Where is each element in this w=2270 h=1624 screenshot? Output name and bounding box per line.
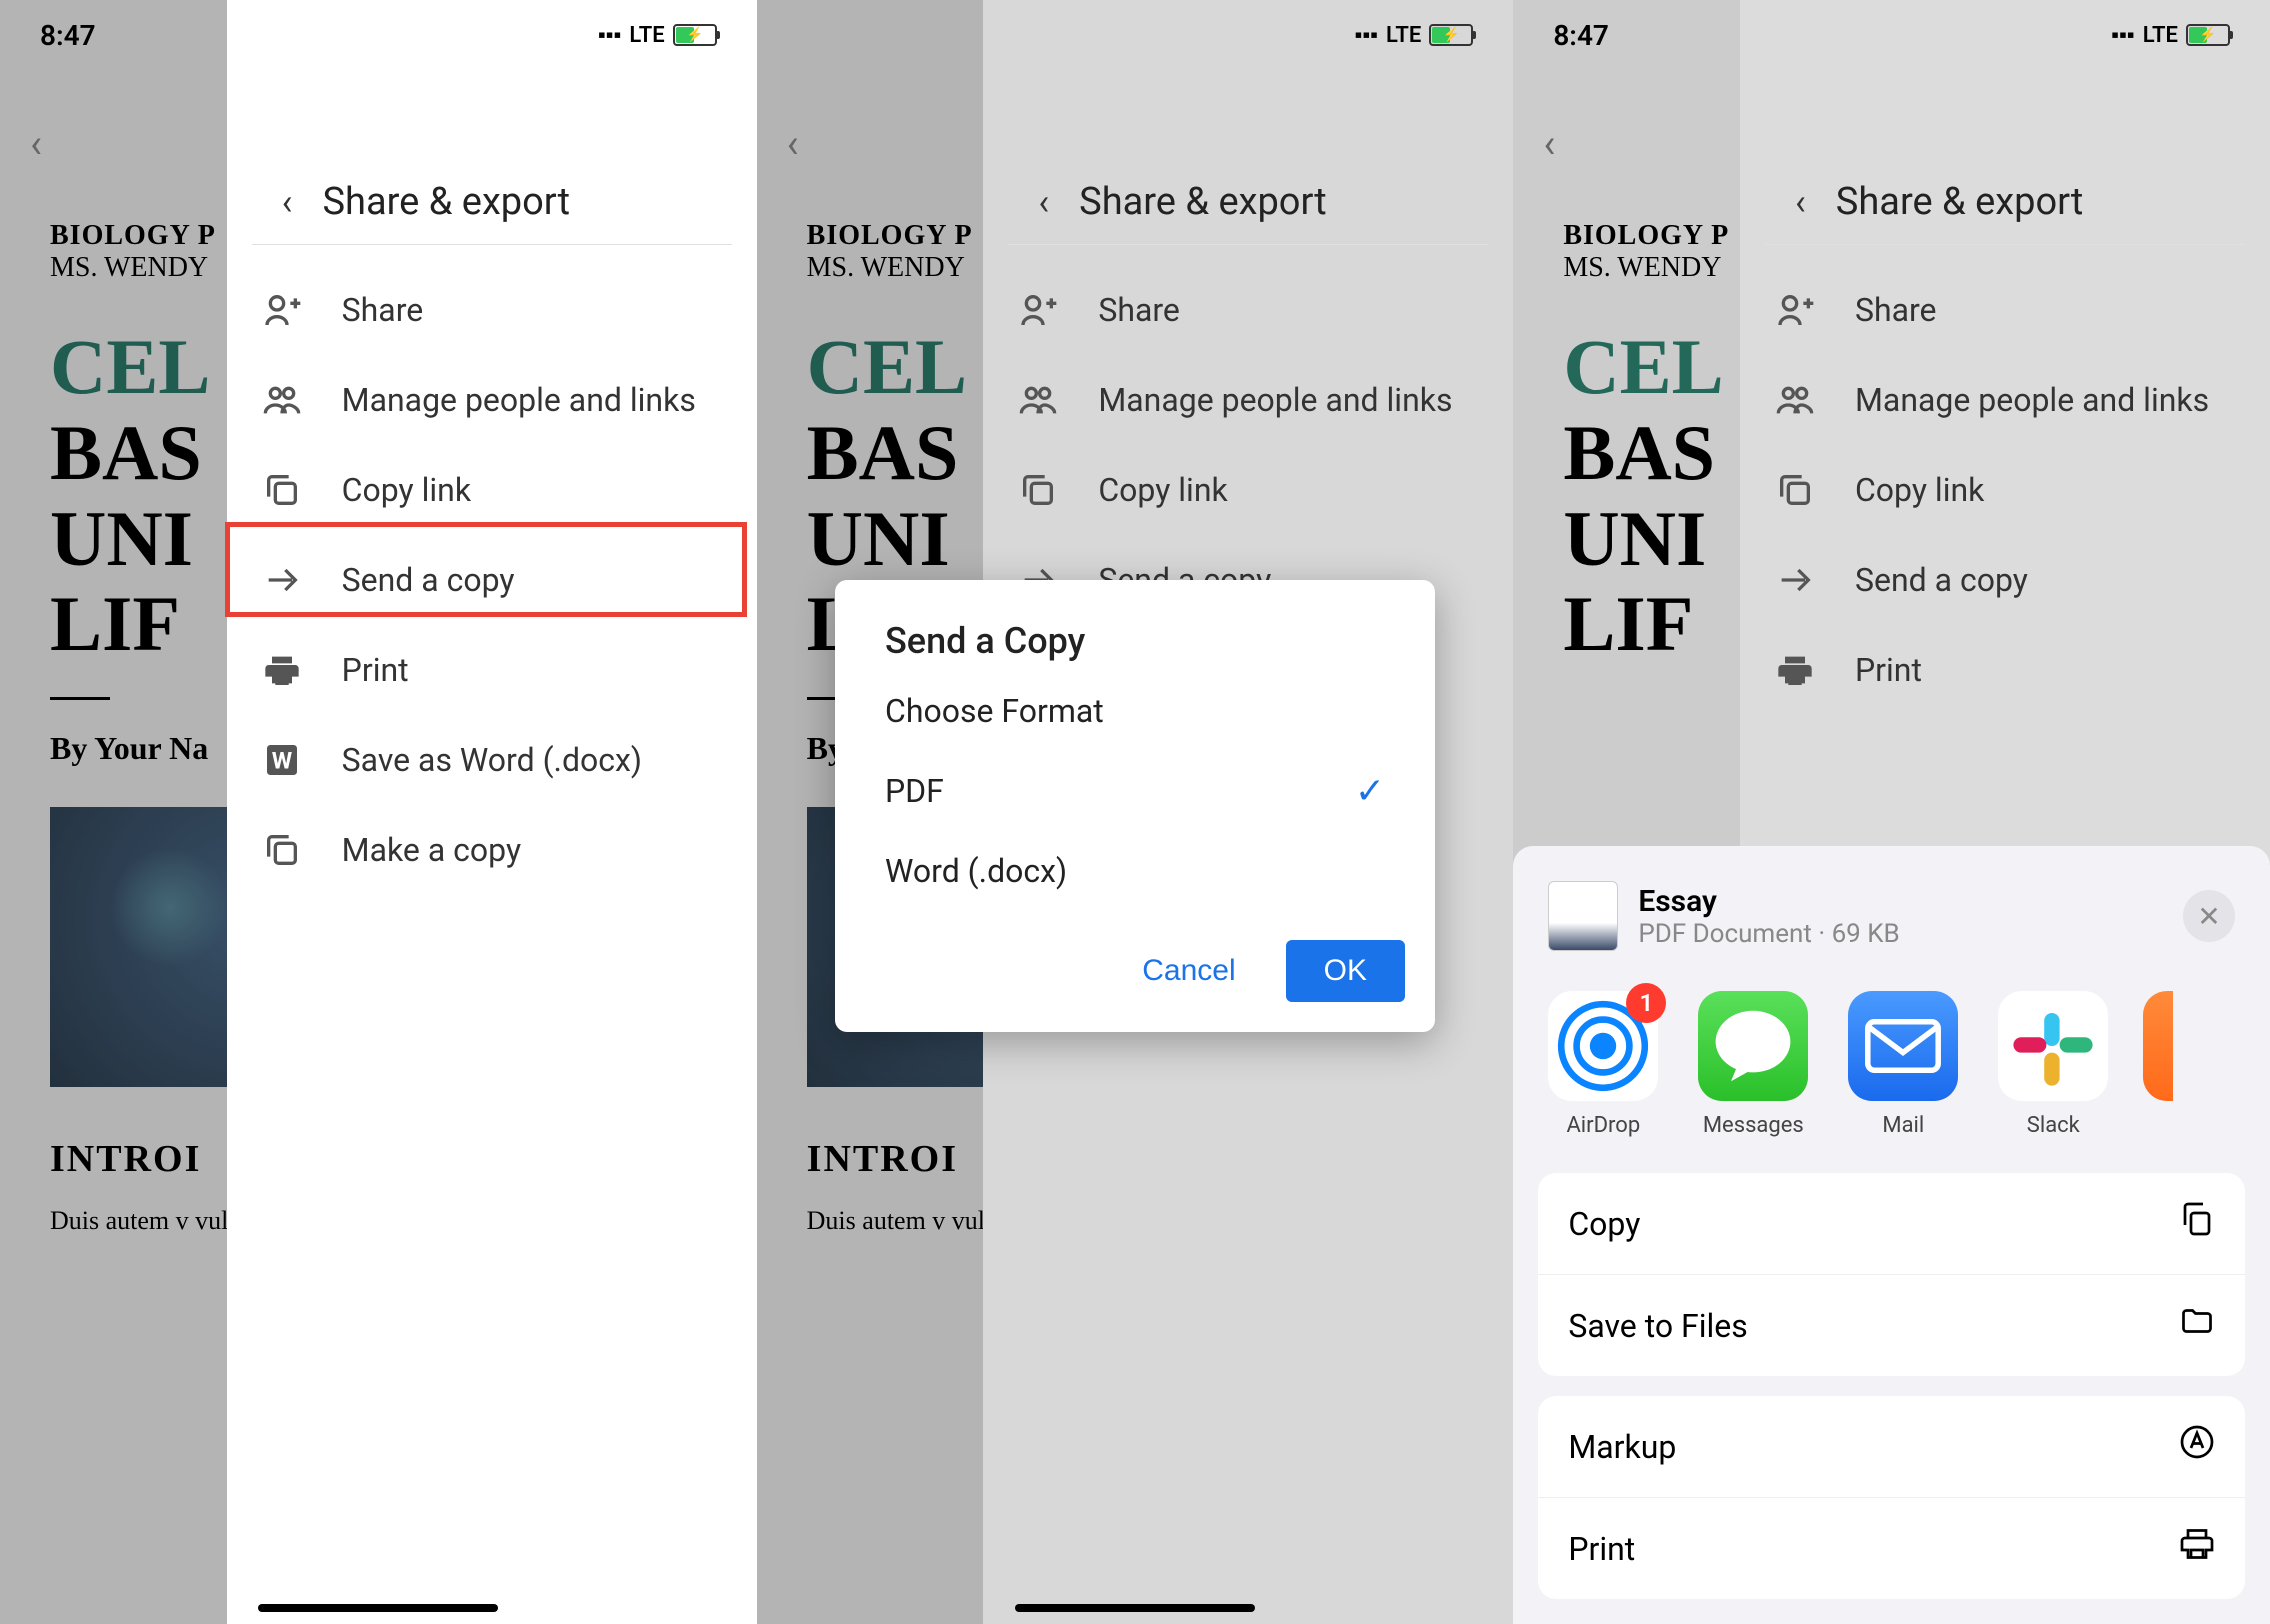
status-bar-panel: ▪▪▪ LTE ⚡ [227, 0, 757, 70]
send-icon [1775, 560, 1815, 600]
battery-icon: ⚡ [1429, 24, 1473, 46]
back-icon[interactable]: ‹ [30, 120, 42, 167]
person-add-icon [262, 290, 302, 330]
print-icon [262, 650, 302, 690]
menu-manage-people[interactable]: Manage people and links [1740, 355, 2270, 445]
menu-print[interactable]: Print [227, 625, 757, 715]
screen-2: BIOLOGY P MS. WENDY CEL BAS UNI LIF By Y… [757, 0, 1514, 1624]
action-copy[interactable]: Copy [1538, 1173, 2245, 1275]
action-print[interactable]: Print [1538, 1498, 2245, 1599]
send-copy-dialog: Send a Copy Choose Format PDF ✓ Word (.d… [835, 580, 1435, 1032]
people-icon [1775, 380, 1815, 420]
app-more[interactable] [2143, 991, 2173, 1138]
person-add-icon [1775, 290, 1815, 330]
app-airdrop[interactable]: 1 AirDrop [1543, 991, 1663, 1138]
signal-icon: ▪▪▪ [2111, 22, 2134, 48]
menu-copy-link[interactable]: Copy link [227, 445, 757, 535]
doc-header-bold: BIOLOGY [50, 220, 190, 251]
send-icon [262, 560, 302, 600]
home-indicator[interactable] [258, 1604, 498, 1612]
folder-icon [2179, 1303, 2215, 1348]
duplicate-icon [262, 830, 302, 870]
menu-manage-people[interactable]: Manage people and links [983, 355, 1513, 445]
menu-share[interactable]: Share [1740, 265, 2270, 355]
ios-share-sheet: Essay PDF Document · 69 KB ✕ 1 AirDrop M… [1513, 846, 2270, 1624]
action-save-files[interactable]: Save to Files [1538, 1275, 2245, 1376]
copy-icon [2179, 1201, 2215, 1246]
app-mail[interactable]: Mail [1843, 991, 1963, 1138]
divider [50, 697, 110, 700]
file-title: Essay [1638, 884, 2163, 919]
action-markup[interactable]: Markup [1538, 1396, 2245, 1498]
menu-share[interactable]: Share [983, 265, 1513, 355]
screen-3: BIOLOGY P MS. WENDY CEL BAS UNI LIF ‹ 8:… [1513, 0, 2270, 1624]
option-pdf[interactable]: PDF ✓ [835, 750, 1435, 832]
dialog-title: Send a Copy [835, 580, 1435, 682]
home-indicator[interactable] [1015, 1604, 1255, 1612]
copy-link-icon [262, 470, 302, 510]
markup-icon [2179, 1424, 2215, 1469]
app-messages[interactable]: Messages [1693, 991, 1813, 1138]
people-icon [262, 380, 302, 420]
person-add-icon [1018, 290, 1058, 330]
print-icon [1775, 650, 1815, 690]
option-word[interactable]: Word (.docx) [835, 832, 1435, 910]
people-icon [1018, 380, 1058, 420]
svg-text:W: W [271, 746, 292, 774]
printer-icon [2179, 1526, 2215, 1571]
checkmark-icon: ✓ [1355, 770, 1385, 812]
signal-icon: ▪▪▪ [1355, 22, 1378, 48]
menu-manage-people[interactable]: Manage people and links [227, 355, 757, 445]
status-time: 8:47 [40, 19, 96, 52]
signal-icon: ▪▪▪ [598, 22, 621, 48]
menu-print[interactable]: Print [1740, 625, 2270, 715]
menu-send-copy[interactable]: Send a copy [227, 535, 757, 625]
close-button[interactable]: ✕ [2183, 890, 2235, 942]
app-slack[interactable]: Slack [1993, 991, 2113, 1138]
back-icon[interactable]: ‹ [787, 120, 799, 167]
panel-back-icon[interactable]: ‹ [1038, 181, 1049, 223]
menu-copy-link[interactable]: Copy link [1740, 445, 2270, 535]
panel-title: Share & export [322, 180, 570, 224]
cancel-button[interactable]: Cancel [1122, 944, 1255, 998]
copy-link-icon [1018, 470, 1058, 510]
menu-save-word[interactable]: WSave as Word (.docx) [227, 715, 757, 805]
panel-back-icon[interactable]: ‹ [282, 181, 293, 223]
doc-header-rest: P [190, 220, 216, 251]
word-icon: W [262, 740, 302, 780]
dialog-subtitle: Choose Format [835, 682, 1435, 750]
screen-1: BIOLOGY P MS. WENDY CEL BAS UNI LIF By Y… [0, 0, 757, 1624]
menu-send-copy[interactable]: Send a copy [1740, 535, 2270, 625]
copy-link-icon [1775, 470, 1815, 510]
ok-button[interactable]: OK [1286, 940, 1405, 1002]
badge-count: 1 [1626, 983, 1666, 1023]
menu-share[interactable]: Share [227, 265, 757, 355]
menu-make-copy[interactable]: Make a copy [227, 805, 757, 895]
menu-copy-link[interactable]: Copy link [983, 445, 1513, 535]
battery-icon: ⚡ [2186, 24, 2230, 46]
battery-icon: ⚡ [673, 24, 717, 46]
network-label: LTE [629, 23, 664, 48]
panel-back-icon[interactable]: ‹ [1795, 181, 1806, 223]
file-thumbnail [1548, 881, 1618, 951]
share-export-panel: ▪▪▪ LTE ⚡ ‹ Share & export Share Manage … [227, 0, 757, 1624]
file-subtitle: PDF Document · 69 KB [1638, 919, 2163, 949]
back-icon[interactable]: ‹ [1543, 120, 1555, 167]
